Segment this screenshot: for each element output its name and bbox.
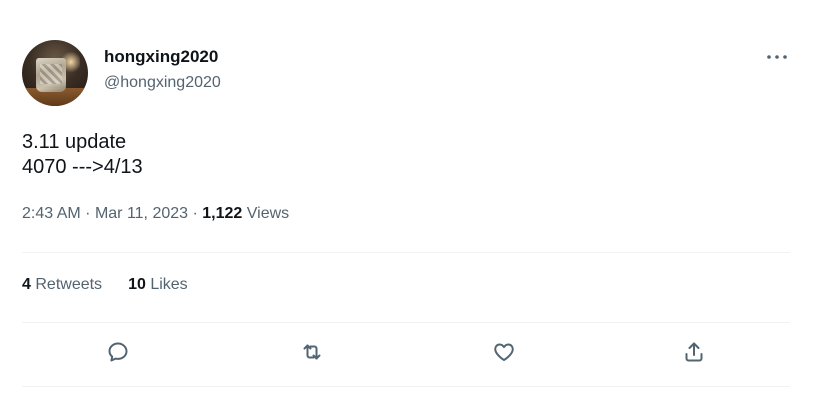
meta-separator: · <box>85 205 91 222</box>
retweets-stat[interactable]: 4 Retweets <box>22 276 102 294</box>
retweets-label: Retweets <box>35 276 103 293</box>
share-button[interactable] <box>680 340 708 368</box>
more-icon[interactable] <box>764 50 790 64</box>
tweet-meta: 2:43 AM · Mar 11, 2023 · 1,122 Views <box>22 205 289 223</box>
user-handle[interactable]: @hongxing2020 <box>104 74 221 92</box>
heart-icon <box>492 340 516 369</box>
likes-label: Likes <box>150 276 188 293</box>
views-count: 1,122 <box>202 205 243 222</box>
avatar[interactable] <box>22 40 88 106</box>
tweet-text-line: 3.11 update <box>22 131 127 153</box>
retweet-button[interactable] <box>298 340 326 368</box>
share-icon <box>682 340 706 369</box>
likes-stat[interactable]: 10 Likes <box>128 276 188 294</box>
engagement-stats: 4 Retweets 10 Likes <box>22 276 214 294</box>
divider <box>22 322 790 323</box>
display-name[interactable]: hongxing2020 <box>104 47 218 67</box>
retweets-count: 4 <box>22 276 31 293</box>
like-button[interactable] <box>490 340 518 368</box>
divider <box>22 386 790 387</box>
reply-icon <box>106 340 130 369</box>
tweet-date[interactable]: Mar 11, 2023 <box>95 205 188 222</box>
meta-separator: · <box>192 205 198 222</box>
likes-count: 10 <box>128 276 146 293</box>
tweet-text-line: 4070 --->4/13 <box>22 156 143 178</box>
views-label: Views <box>246 205 290 222</box>
avatar-glass <box>36 58 66 92</box>
retweet-icon <box>300 340 324 369</box>
tweet-card: hongxing2020 @hongxing2020 3.11 update 4… <box>0 0 822 410</box>
reply-button[interactable] <box>104 340 132 368</box>
divider <box>22 252 790 253</box>
tweet-time[interactable]: 2:43 AM <box>22 205 81 222</box>
tweet-text: 3.11 update 4070 --->4/13 <box>22 130 143 180</box>
